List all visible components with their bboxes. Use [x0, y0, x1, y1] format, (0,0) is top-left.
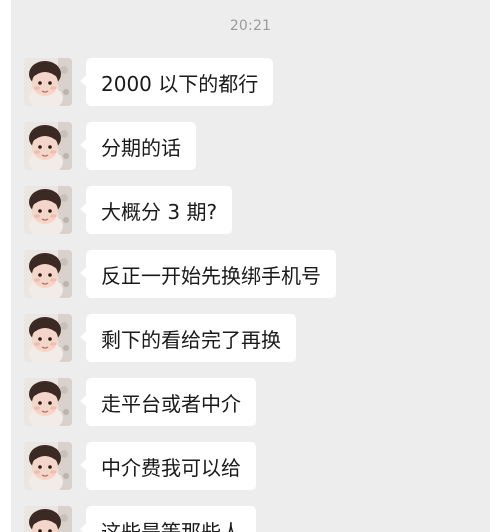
message-row: 这些是等那些人: [24, 506, 256, 532]
message-bubble[interactable]: 2000 以下的都行: [79, 58, 274, 106]
message-bubble[interactable]: 这些是等那些人: [80, 506, 256, 532]
message-row: 剩下的看给完了再换: [24, 314, 296, 366]
message-timestamp: 20:21: [229, 18, 272, 34]
message-row: 2000 以下的都行: [24, 58, 274, 110]
baby-avatar-icon[interactable]: [24, 314, 72, 362]
baby-avatar-icon[interactable]: [24, 250, 72, 298]
message-row: 中介费我可以给: [24, 442, 256, 494]
baby-avatar-icon[interactable]: [24, 58, 72, 106]
chat-panel[interactable]: 20:21 2000 以下的都行 分期的话 大概分 3 期? 反正一开始先换绑手…: [11, 0, 490, 532]
message-row: 走平台或者中介: [24, 378, 256, 430]
baby-avatar-icon[interactable]: [24, 442, 72, 490]
baby-avatar-icon[interactable]: [24, 506, 72, 532]
message-bubble[interactable]: 大概分 3 期?: [79, 186, 233, 234]
message-bubble[interactable]: 中介费我可以给: [80, 442, 256, 490]
message-bubble[interactable]: 走平台或者中介: [80, 378, 256, 426]
message-bubble[interactable]: 剩下的看给完了再换: [80, 314, 296, 362]
message-bubble[interactable]: 反正一开始先换绑手机号: [80, 250, 336, 298]
message-row: 大概分 3 期?: [24, 186, 233, 238]
baby-avatar-icon[interactable]: [24, 378, 72, 426]
baby-avatar-icon[interactable]: [24, 186, 72, 234]
message-row: 反正一开始先换绑手机号: [24, 250, 336, 302]
message-row: 分期的话: [24, 122, 196, 174]
message-bubble[interactable]: 分期的话: [80, 122, 196, 170]
baby-avatar-icon[interactable]: [24, 122, 72, 170]
